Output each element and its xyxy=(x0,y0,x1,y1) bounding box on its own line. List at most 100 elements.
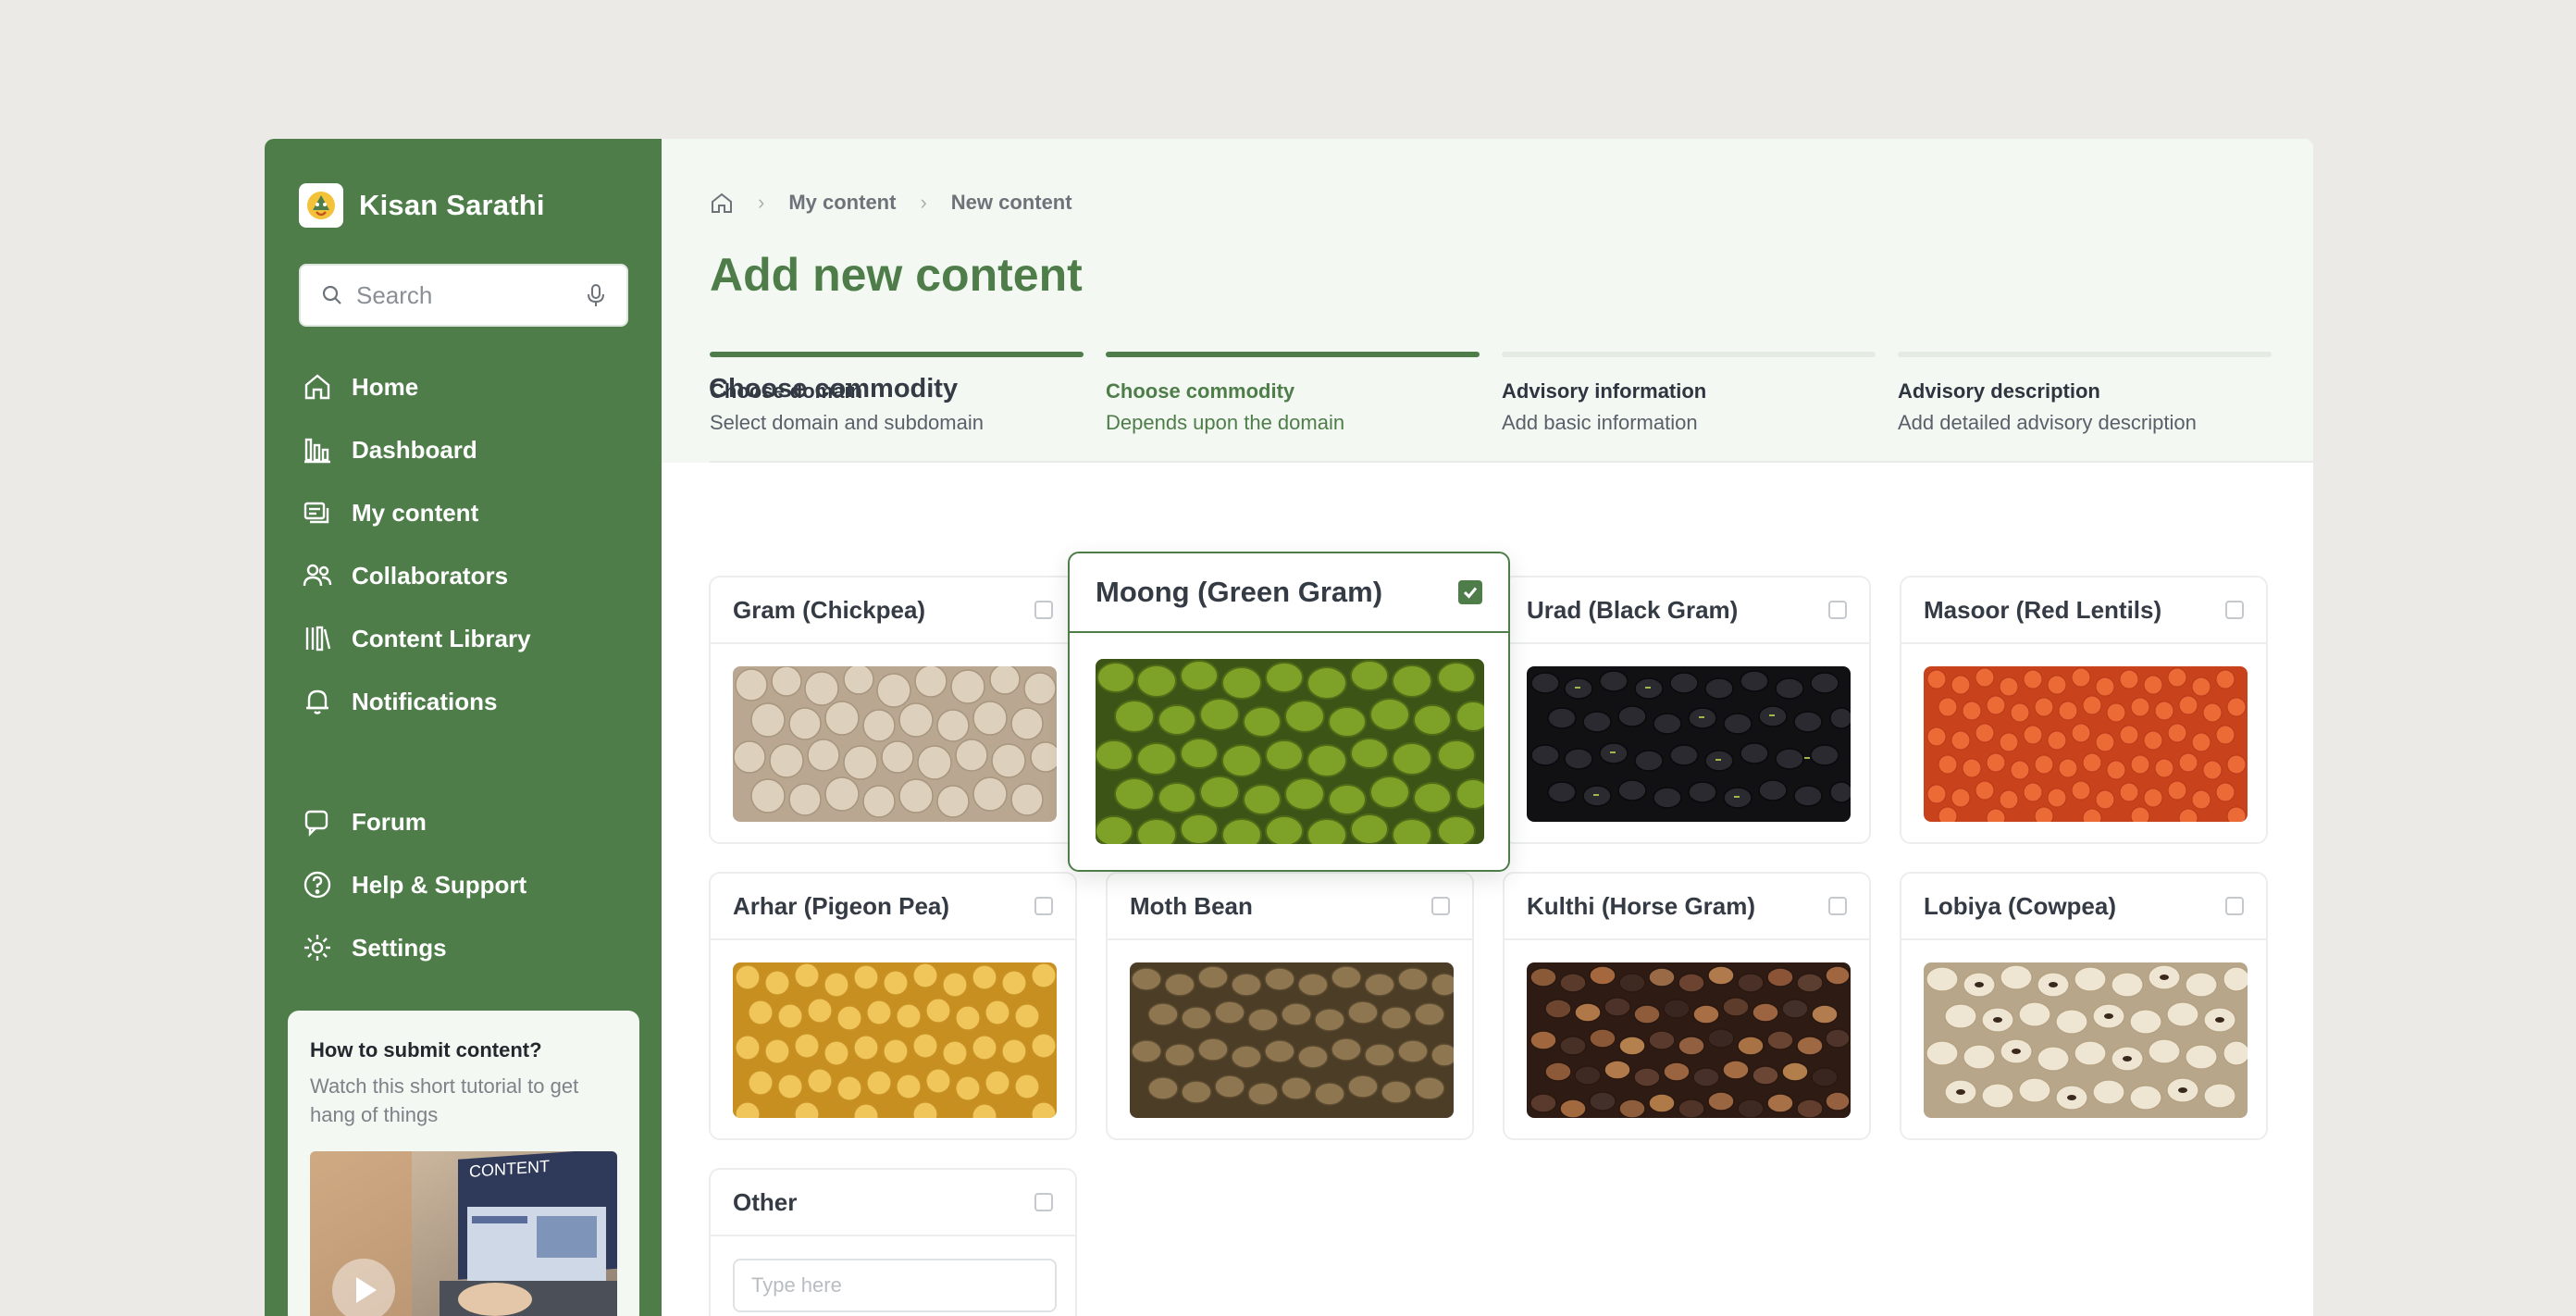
commodity-checkbox[interactable] xyxy=(1034,1193,1053,1211)
nav-label: Content Library xyxy=(352,624,531,652)
search-placeholder: Search xyxy=(356,280,433,309)
commodity-image xyxy=(1527,666,1851,822)
other-input-placeholder: Type here xyxy=(751,1273,842,1297)
page-title: Add new content xyxy=(710,249,1083,301)
dashboard-icon xyxy=(304,438,330,464)
nav-label: Collaborators xyxy=(352,561,509,590)
commodity-image xyxy=(1924,962,2248,1118)
nav-item-dashboard[interactable]: Dashboard xyxy=(302,418,635,481)
home-icon xyxy=(304,374,330,400)
step-subtitle: Add basic information xyxy=(1502,411,1698,434)
microphone-icon[interactable] xyxy=(586,283,606,307)
commodity-checkbox[interactable] xyxy=(1828,601,1847,619)
step-title: Choose commodity xyxy=(1106,379,1295,403)
tutorial-description: Watch this short tutorial to get hang of… xyxy=(310,1074,579,1126)
step-advisory-description[interactable]: Advisory description Add detailed adviso… xyxy=(1898,352,2272,435)
nav-item-collaborators[interactable]: Collaborators xyxy=(302,544,635,607)
step-progress-bar xyxy=(710,352,1084,357)
step-subtitle: Depends upon the domain xyxy=(1106,411,1345,434)
nav-item-settings[interactable]: Settings xyxy=(302,916,635,979)
step-title: Advisory description xyxy=(1898,379,2100,403)
commodity-card-gram[interactable]: Gram (Chickpea) xyxy=(709,576,1077,844)
content-icon xyxy=(303,502,329,524)
commodity-name: Gram (Chickpea) xyxy=(733,595,926,624)
commodity-image xyxy=(733,666,1057,822)
tutorial-title: How to submit content? xyxy=(310,1038,542,1061)
commodity-image xyxy=(733,962,1057,1118)
commodity-name: Masoor (Red Lentils) xyxy=(1924,595,2162,624)
commodity-card-moth-bean[interactable]: Moth Bean xyxy=(1106,872,1474,1140)
commodity-checkbox[interactable] xyxy=(2225,897,2244,915)
step-choose-commodity[interactable]: Choose commodity Depends upon the domain xyxy=(1106,352,1480,435)
tutorial-card: How to submit content? Watch this short … xyxy=(288,1011,639,1316)
step-subtitle: Add detailed advisory description xyxy=(1898,411,2197,434)
nav-label: Dashboard xyxy=(352,435,477,464)
nav-label: My content xyxy=(352,498,479,527)
bell-icon xyxy=(306,689,328,714)
step-progress-bar xyxy=(1106,352,1480,357)
commodity-card-kulthi[interactable]: Kulthi (Horse Gram) xyxy=(1503,872,1871,1140)
commodity-checkbox[interactable] xyxy=(1034,601,1053,619)
commodity-card-arhar[interactable]: Arhar (Pigeon Pea) xyxy=(709,872,1077,1140)
brand[interactable]: Kisan Sarathi xyxy=(299,183,545,228)
step-subtitle: Select domain and subdomain xyxy=(710,411,984,434)
commodity-name: Moong (Green Gram) xyxy=(1096,576,1383,608)
nav-item-forum[interactable]: Forum xyxy=(302,790,635,853)
app-name: Kisan Sarathi xyxy=(359,189,545,221)
step-progress-bar xyxy=(1898,352,2272,357)
step-progress-bar xyxy=(1502,352,1876,357)
commodity-checkbox[interactable] xyxy=(2225,601,2244,619)
step-advisory-information[interactable]: Advisory information Add basic informati… xyxy=(1502,352,1876,435)
other-commodity-input[interactable]: Type here xyxy=(733,1259,1057,1312)
commodity-name: Lobiya (Cowpea) xyxy=(1924,891,2117,920)
home-icon[interactable] xyxy=(710,191,734,215)
commodity-card-other[interactable]: Other Type here xyxy=(709,1168,1077,1316)
commodity-name: Other xyxy=(733,1187,798,1216)
commodity-image xyxy=(1096,659,1484,844)
commodity-card-lobiya[interactable]: Lobiya (Cowpea) xyxy=(1900,872,2268,1140)
library-icon xyxy=(305,626,331,652)
search-icon xyxy=(322,285,341,304)
commodity-image xyxy=(1924,666,2248,822)
breadcrumb-my-content[interactable]: My content xyxy=(788,191,896,215)
chevron-right-icon: › xyxy=(920,191,927,214)
secondary-nav: Forum Help & Support Settings xyxy=(302,790,635,979)
nav-label: Notifications xyxy=(352,687,498,715)
nav-item-home[interactable]: Home xyxy=(302,355,635,418)
nav-item-my-content[interactable]: My content xyxy=(302,481,635,544)
search-input[interactable]: Search xyxy=(299,264,628,327)
nav-label: Help & Support xyxy=(352,870,527,899)
nav-item-help[interactable]: Help & Support xyxy=(302,853,635,916)
commodity-image xyxy=(1130,962,1454,1118)
commodity-image xyxy=(1527,962,1851,1118)
check-icon xyxy=(1463,587,1478,599)
commodity-name: Urad (Black Gram) xyxy=(1527,595,1739,624)
nav-label: Home xyxy=(352,372,419,401)
commodity-checkbox-checked[interactable] xyxy=(1458,580,1482,604)
commodity-card-urad[interactable]: Urad (Black Gram) xyxy=(1503,576,1871,844)
help-icon xyxy=(303,871,331,899)
commodity-checkbox[interactable] xyxy=(1431,897,1450,915)
nav-label: Settings xyxy=(352,933,447,962)
breadcrumb-new-content: New content xyxy=(950,191,1072,214)
page-header: › My content › New content Add new conte… xyxy=(662,139,2313,463)
commodity-name: Moth Bean xyxy=(1130,891,1253,920)
commodity-card-moong[interactable]: Moong (Green Gram) xyxy=(1068,552,1510,872)
gear-icon xyxy=(304,935,330,961)
kisan-logo-icon xyxy=(299,183,343,228)
nav-item-content-library[interactable]: Content Library xyxy=(302,607,635,670)
users-icon xyxy=(303,564,332,587)
chevron-right-icon: › xyxy=(758,191,765,214)
step-title: Advisory information xyxy=(1502,379,1707,403)
header-divider xyxy=(710,461,2313,463)
breadcrumb: › My content › New content xyxy=(710,191,1072,215)
tutorial-video-thumbnail[interactable]: CONTENT xyxy=(310,1151,617,1316)
commodity-checkbox[interactable] xyxy=(1034,897,1053,915)
commodity-checkbox[interactable] xyxy=(1828,897,1847,915)
section-title: Choose commodity xyxy=(709,374,959,403)
commodity-card-masoor[interactable]: Masoor (Red Lentils) xyxy=(1900,576,2268,844)
sidebar: Kisan Sarathi Search Home Dashboard My c… xyxy=(265,139,662,1316)
main-nav: Home Dashboard My content Collaborators … xyxy=(302,355,635,733)
nav-item-notifications[interactable]: Notifications xyxy=(302,670,635,733)
nav-label: Forum xyxy=(352,807,427,836)
